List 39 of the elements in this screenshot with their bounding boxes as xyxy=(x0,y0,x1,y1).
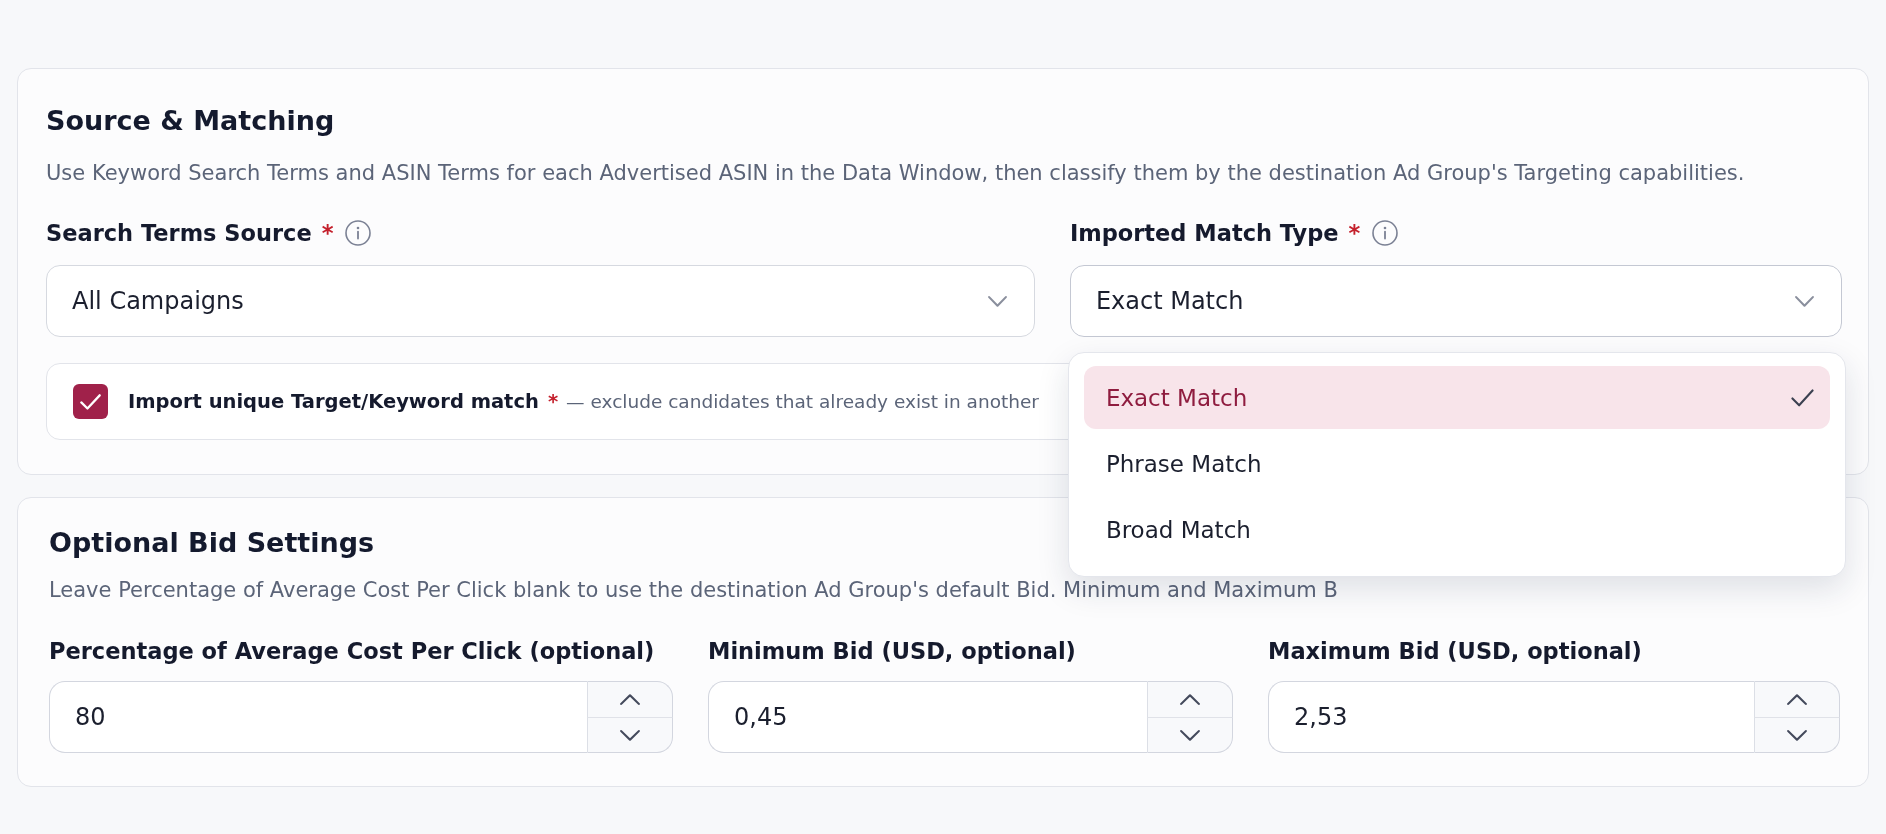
field-label: Percentage of Average Cost Per Click (optional) xyxy=(49,637,655,666)
field-label: Search Terms Source xyxy=(46,219,312,248)
decrement-button[interactable] xyxy=(1754,717,1840,753)
section-title: Optional Bid Settings xyxy=(49,526,375,560)
chevron-up-icon xyxy=(620,694,640,705)
field-label: Maximum Bid (USD, optional) xyxy=(1268,637,1642,666)
checkbox-label: Import unique Target/Keyword match xyxy=(128,390,539,413)
field-label: Minimum Bid (USD, optional) xyxy=(708,637,1076,666)
dropdown-option[interactable]: Phrase Match xyxy=(1083,432,1830,495)
check-icon xyxy=(80,393,101,410)
decrement-button[interactable] xyxy=(1147,717,1233,753)
section-description: Use Keyword Search Terms and ASIN Terms for each Advertised ASIN in the Data Window, then classify them by the destination Ad Group's Targeting capabilities. xyxy=(46,160,1745,187)
chevron-up-icon xyxy=(1180,694,1200,705)
chevron-up-icon xyxy=(1787,694,1807,705)
chevron-down-icon xyxy=(1795,295,1814,307)
select-field[interactable]: All Campaigns xyxy=(46,265,1035,337)
required-marker: * xyxy=(321,219,334,248)
section-title: Source & Matching xyxy=(46,104,335,138)
increment-button[interactable] xyxy=(1147,681,1233,717)
dropdown-option[interactable]: Broad Match xyxy=(1083,498,1830,561)
number-input[interactable]: 2,53 xyxy=(1268,681,1754,753)
dropdown-option[interactable]: Exact Match xyxy=(1083,366,1830,429)
number-input[interactable]: 0,45 xyxy=(708,681,1147,753)
select-field[interactable]: Exact Match xyxy=(1069,265,1842,337)
section-description: Leave Percentage of Average Cost Per Click blank to use the destination Ad Group's default Bid. Minimum and Maximum B xyxy=(49,577,1338,604)
increment-button[interactable] xyxy=(1754,681,1840,717)
required-marker: * xyxy=(547,390,559,413)
check-icon xyxy=(1791,388,1814,407)
decrement-button[interactable] xyxy=(587,717,673,753)
field-label: Imported Match Type xyxy=(1069,219,1339,248)
chevron-down-icon xyxy=(1787,729,1807,741)
chevron-down-icon xyxy=(987,295,1007,307)
chevron-down-icon xyxy=(1180,729,1200,741)
required-marker: * xyxy=(1348,219,1361,248)
option-description: — exclude candidates that already exist in another xyxy=(566,391,1039,412)
chevron-down-icon xyxy=(620,729,640,741)
number-input[interactable]: 80 xyxy=(49,681,587,753)
checkbox[interactable] xyxy=(73,384,108,419)
increment-button[interactable] xyxy=(587,681,673,717)
